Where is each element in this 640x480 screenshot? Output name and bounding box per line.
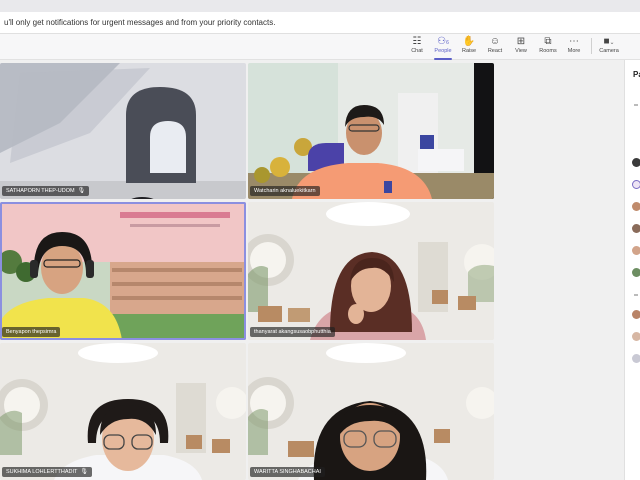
participant-name-3: Benyapon thepsimra <box>2 327 61 337</box>
participant-name-2: Watcharin aknaluekitkarn <box>250 186 320 196</box>
tile-6-video <box>248 343 494 480</box>
camera-button[interactable]: ■⌄ Camera <box>596 36 622 58</box>
video-stage: SATHAPORN THEP-UDOM 🎙 Watcharin aknalueki… <box>0 60 500 480</box>
people-count: 6 <box>446 40 449 46</box>
panel-section-marker <box>634 104 638 106</box>
mic-icon: 🎙 <box>77 188 86 194</box>
notification-banner: u'll only get notifications for urgent m… <box>0 12 640 34</box>
avatar[interactable] <box>632 310 640 319</box>
avatar[interactable] <box>632 202 640 211</box>
avatar[interactable] <box>632 180 640 189</box>
mic-icon: 🎙 <box>80 469 89 475</box>
panel-section-marker <box>634 294 638 296</box>
toolbar-divider <box>591 38 592 54</box>
avatar[interactable] <box>632 354 640 363</box>
camera-icon: ■⌄ <box>603 36 615 47</box>
view-button[interactable]: ⊞ View <box>508 36 534 58</box>
avatar[interactable] <box>632 158 640 167</box>
avatar[interactable] <box>632 332 640 341</box>
tile-1-video <box>0 63 246 199</box>
video-tile-5[interactable]: SUKHIMA LOHLERTTHADIT 🎙 <box>0 343 246 480</box>
avatar[interactable] <box>632 224 640 233</box>
participant-name-5: SUKHIMA LOHLERTTHADIT 🎙 <box>2 467 93 477</box>
video-tile-3[interactable]: Benyapon thepsimra <box>0 202 246 340</box>
view-icon: ⊞ <box>516 36 526 47</box>
chat-icon: ☷ <box>412 36 422 47</box>
participant-name-4: thanyarat akangsusaobphutthia <box>250 327 335 337</box>
notification-text: u'll only get notifications for urgent m… <box>4 18 276 27</box>
rooms-button[interactable]: ⧉ Rooms <box>535 36 561 58</box>
avatar[interactable] <box>632 246 640 255</box>
tile-5-video <box>0 343 246 480</box>
tile-3-video <box>0 202 246 340</box>
video-tile-4[interactable]: thanyarat akangsusaobphutthia <box>248 202 494 340</box>
raise-hand-icon: ✋ <box>462 36 476 47</box>
participant-name-6: WARITTA SINGHABACHAI <box>250 467 325 477</box>
raise-hand-button[interactable]: ✋ Raise <box>456 36 482 58</box>
react-icon: ☺ <box>489 36 501 47</box>
video-tile-2[interactable]: Watcharin aknaluekitkarn <box>248 63 494 199</box>
react-button[interactable]: ☺ React <box>482 36 508 58</box>
tile-2-video <box>248 63 494 199</box>
video-tile-1[interactable]: SATHAPORN THEP-UDOM 🎙 <box>0 63 246 199</box>
meeting-toolbar: ☷ Chat ⚇6 People ✋ Raise ☺ React ⊞ View … <box>0 34 640 60</box>
more-button[interactable]: ⋯ More <box>561 36 587 58</box>
rooms-icon: ⧉ <box>544 36 552 47</box>
people-icon: ⚇6 <box>437 36 449 47</box>
avatar[interactable] <box>632 268 640 277</box>
chevron-down-icon: ⌄ <box>609 40 615 46</box>
title-bar <box>0 0 640 12</box>
people-panel-title: Pa <box>633 70 640 79</box>
tile-4-video <box>248 202 494 340</box>
people-button[interactable]: ⚇6 People <box>430 36 456 60</box>
more-icon: ⋯ <box>569 36 579 47</box>
participant-name-1: SATHAPORN THEP-UDOM 🎙 <box>2 186 90 196</box>
chat-button[interactable]: ☷ Chat <box>404 36 430 58</box>
people-panel: Pa <box>624 60 640 480</box>
video-tile-6[interactable]: WARITTA SINGHABACHAI <box>248 343 494 480</box>
